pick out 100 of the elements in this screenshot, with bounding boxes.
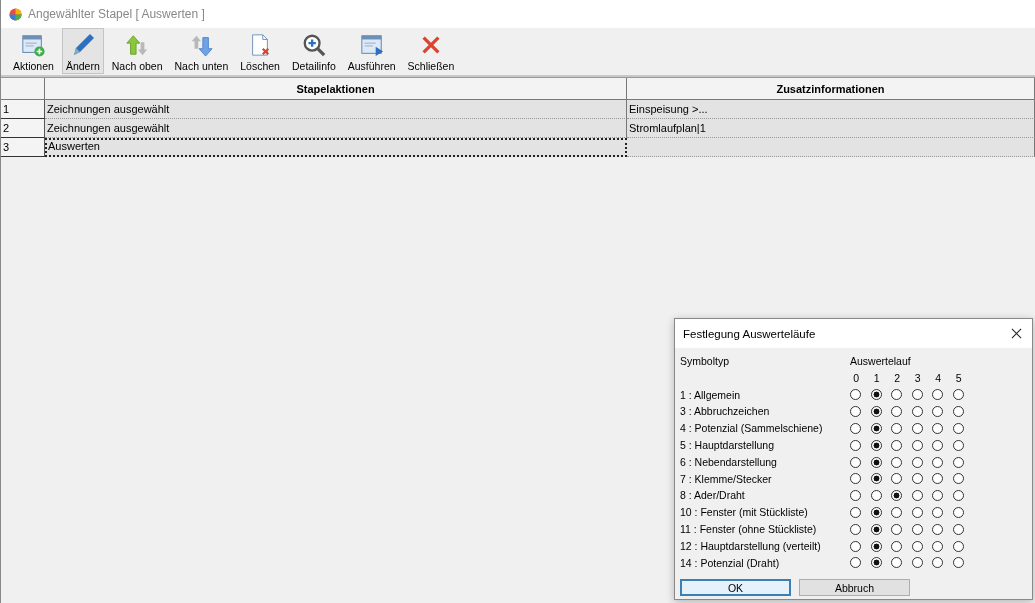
symbol-type-label: 11 : Fenster (ohne Stückliste) [680,521,818,537]
radio-button[interactable] [952,523,964,535]
radio-button[interactable] [850,439,861,451]
radio-button[interactable] [850,423,861,435]
radio-button[interactable] [870,540,882,552]
radio-button[interactable] [870,439,882,451]
app-logo-icon [9,7,22,21]
toolbar-button[interactable]: Aktionen [9,30,58,74]
column-number: 3 [913,372,922,385]
radio-button[interactable] [911,540,923,552]
radio-button[interactable] [952,473,964,485]
radio-button[interactable] [850,490,861,502]
radio-button[interactable] [891,540,902,552]
radio-button[interactable] [850,456,861,468]
radio-button[interactable] [911,439,923,451]
radio-button[interactable] [891,507,902,519]
toolbar-button[interactable]: Ändern [61,28,104,74]
symbol-type-label: 5 : Hauptdarstellung [680,438,775,453]
toolbar-button[interactable]: Löschen [236,30,284,74]
table-cell: Zeichnungen ausgewählt [45,119,627,138]
radio-button[interactable] [870,456,882,468]
radio-button[interactable] [932,423,943,435]
radio-button[interactable] [932,540,943,552]
radio-button[interactable] [891,389,902,401]
radio-button[interactable] [911,507,923,519]
radio-button[interactable] [870,389,882,401]
radio-button[interactable] [932,507,943,519]
radio-button[interactable] [891,456,902,468]
table-cell: Einspeisung >... [627,100,1035,119]
radio-button[interactable] [870,557,882,569]
symbol-type-label: 14 : Potenzial (Draht) [680,555,781,571]
symbol-type-label: 1 : Allgemein [680,387,742,403]
radio-button[interactable] [932,557,943,569]
radio-button[interactable] [952,406,964,418]
dialog-button[interactable]: Abbruch [799,579,910,597]
radio-button[interactable] [911,523,923,535]
radio-button[interactable] [952,423,964,435]
radio-button[interactable] [850,557,861,569]
radio-button[interactable] [850,507,861,519]
radio-button[interactable] [870,490,882,502]
toolbar-button[interactable]: Nach unten [170,30,233,74]
radio-button[interactable] [952,507,964,519]
radio-button[interactable] [952,490,964,502]
radio-button[interactable] [911,456,923,468]
radio-button[interactable] [891,423,902,435]
radio-button[interactable] [850,523,861,535]
radio-button[interactable] [891,523,902,535]
radio-button[interactable] [911,423,923,435]
symbol-type-label: 10 : Fenster (mit Stückliste) [680,505,809,521]
radio-button[interactable] [911,473,923,485]
column-number: 2 [893,372,902,385]
symbol-type-label: 3 : Abbruchzeichen [680,404,771,420]
radio-button[interactable] [952,389,964,401]
radio-button[interactable] [891,406,902,418]
window-add-icon [20,33,47,57]
symbol-type-label: 7 : Klemme/Stecker [680,471,773,487]
radio-button[interactable] [850,473,861,485]
radio-button[interactable] [891,439,902,451]
radio-button[interactable] [952,456,964,468]
toolbar-button[interactable]: Nach oben [107,30,167,74]
radio-button[interactable] [952,439,964,451]
column-number: 4 [934,372,943,385]
radio-button[interactable] [932,490,943,502]
symbol-type-label: 6 : Nebendarstellung [680,454,778,470]
radio-button[interactable] [850,406,861,418]
symbol-type-label: 4 : Potenzial (Sammelschiene) [680,421,824,437]
radio-button[interactable] [870,507,882,519]
column-label: Symboltyp [680,354,731,369]
radio-button[interactable] [932,523,943,535]
radio-button[interactable] [870,473,882,485]
radio-button[interactable] [932,439,943,451]
radio-button[interactable] [932,389,943,401]
radio-button[interactable] [911,490,923,502]
radio-button[interactable] [870,523,882,535]
radio-button[interactable] [891,557,902,569]
radio-button[interactable] [932,456,943,468]
radio-button[interactable] [891,490,902,502]
close-icon[interactable] [1011,328,1022,339]
symbol-type-label: 8 : Ader/Draht [680,488,746,504]
row-number: 2 [1,119,45,138]
column-label: Auswertelauf [850,354,912,369]
radio-button[interactable] [932,473,943,485]
radio-button[interactable] [891,473,902,485]
radio-button[interactable] [870,406,882,418]
radio-button[interactable] [952,557,964,569]
radio-button[interactable] [911,389,923,401]
radio-button[interactable] [932,406,943,418]
radio-button[interactable] [850,389,861,401]
radio-button[interactable] [850,540,861,552]
radio-button[interactable] [911,406,923,418]
dialog-button[interactable]: OK [680,579,791,597]
radio-button[interactable] [952,540,964,552]
radio-button[interactable] [911,557,923,569]
toolbar-button[interactable]: Detailinfo [287,30,340,74]
radio-button[interactable] [870,423,882,435]
toolbar-button[interactable]: Schließen [403,30,459,74]
column-number: 5 [954,372,963,385]
table-cell: Zeichnungen ausgewählt [45,100,627,119]
dialog-title: Festlegung Auswerteläufe [683,327,816,340]
toolbar-button[interactable]: Ausführen [343,30,400,74]
